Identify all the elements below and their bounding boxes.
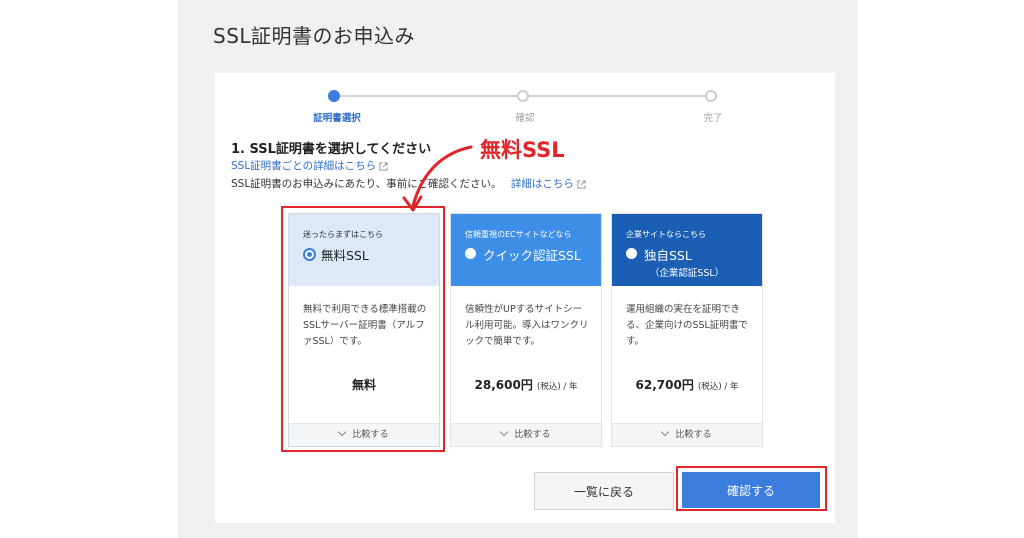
confirm-label: 確認する [726,483,775,498]
plan-name: 独自SSL [644,248,692,263]
external-link-icon [577,179,586,189]
price-value: 28,600円 [474,378,533,392]
back-to-list-button[interactable]: 一覧に戻る [534,472,674,510]
plan-description: 運用組織の実在を証明できる、企業向けのSSL証明書です。 [626,304,748,347]
step-dot-3 [705,90,717,102]
step-dot-1 [328,90,340,102]
tax-note: (税込) [537,382,561,392]
tax-note: (税込) [698,382,722,392]
compare-button[interactable]: 比較する [451,423,601,446]
detail-link-row: SSL証明書ごとの詳細はこちら [231,158,388,173]
compare-label: 比較する [675,430,712,440]
plan-tag: 信頼重視のECサイトなどなら [465,230,572,239]
chevron-down-icon [500,427,509,437]
confirm-button[interactable]: 確認する [682,472,820,508]
step-label-confirm: 確認 [515,113,535,124]
chevron-down-icon [661,427,670,437]
radio-unselected-icon[interactable] [626,248,637,259]
back-to-list-label: 一覧に戻る [573,484,634,499]
compare-button[interactable]: 比較する [612,423,762,446]
page-title: SSL証明書のお申込み [213,24,416,48]
plan-description: 信頼性がUPするサイトシール利用可能。導入はワンクリックで簡単です。 [465,304,589,347]
plan-card-quick-ssl[interactable]: 信頼重視のECサイトなどなら クイック認証SSL 信頼性がUPするサイトシール利… [450,213,602,447]
plan-subname: （企業認証SSL） [649,268,725,279]
plan-price: 62,700円 (税込) / 年 [612,376,762,393]
highlight-box-free-ssl [281,206,445,452]
radio-unselected-icon[interactable] [465,248,476,259]
plan-card-ov-ssl[interactable]: 企業サイトならこちら 独自SSL （企業認証SSL） 運用組織の実在を証明できる… [611,213,763,447]
plan-name: クイック認証SSL [483,248,581,263]
price-period: / 年 [721,382,739,392]
external-link-icon [379,161,388,171]
ssl-detail-link[interactable]: SSL証明書ごとの詳細はこちら [231,160,376,172]
plan-tag: 企業サイトならこちら [626,230,706,239]
compare-label: 比較する [514,430,551,440]
step-dot-2 [517,90,529,102]
plan-header: 企業サイトならこちら 独自SSL （企業認証SSL） [612,214,762,286]
plan-price: 28,600円 (税込) / 年 [451,376,601,393]
plan-header: 信頼重視のECサイトなどなら クイック認証SSL [451,214,601,286]
price-period: / 年 [560,382,578,392]
step-label-select: 証明書選択 [313,113,361,124]
price-value: 62,700円 [635,378,694,392]
step-label-complete: 完了 [703,113,723,124]
